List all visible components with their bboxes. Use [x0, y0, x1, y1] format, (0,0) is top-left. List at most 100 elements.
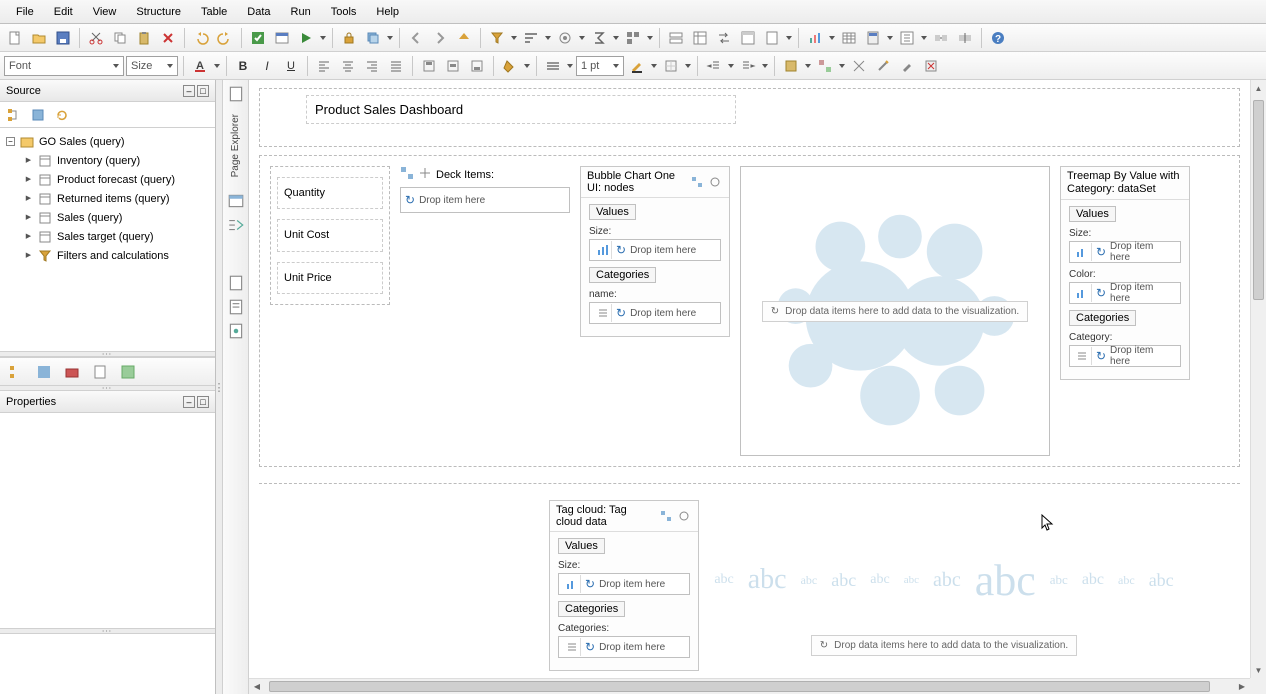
summarize-icon[interactable]: [588, 27, 610, 49]
explorer-page-icon[interactable]: [226, 84, 246, 104]
border-color-icon[interactable]: [626, 55, 648, 77]
border-weight-dropdown-icon[interactable]: [566, 64, 574, 68]
font-color-dropdown-icon[interactable]: [213, 64, 221, 68]
scroll-down-icon[interactable]: ▼: [1251, 662, 1266, 678]
tab-layout-icon[interactable]: [116, 361, 140, 383]
field-quantity[interactable]: Quantity: [277, 177, 383, 209]
deck-drop[interactable]: ↻ Drop item here: [400, 187, 570, 213]
source-members-icon[interactable]: [28, 105, 48, 125]
tab-toolbox-icon[interactable]: [60, 361, 84, 383]
splitter-v[interactable]: [216, 80, 223, 694]
tagcloud-config[interactable]: Tag cloud: Tag cloud data Values Size: ↻…: [549, 500, 699, 671]
new-icon[interactable]: [4, 27, 26, 49]
scroll-left-icon[interactable]: ◀: [249, 679, 265, 694]
sort-dropdown-icon[interactable]: [544, 36, 552, 40]
back-icon[interactable]: [405, 27, 427, 49]
summarize-dropdown-icon[interactable]: [612, 36, 620, 40]
source-refresh-icon[interactable]: [52, 105, 72, 125]
treemap-size-drop[interactable]: ↻ Drop item here: [1069, 241, 1181, 263]
bubble-size-drop[interactable]: ↻ Drop item here: [589, 239, 721, 261]
insert-icon[interactable]: [896, 27, 918, 49]
scroll-thumb-v[interactable]: [1253, 100, 1264, 300]
align-right-icon[interactable]: [361, 55, 383, 77]
cut-icon[interactable]: [85, 27, 107, 49]
source-tree-icon[interactable]: [4, 105, 24, 125]
report-title-block[interactable]: Product Sales Dashboard: [306, 95, 736, 124]
up-icon[interactable]: [453, 27, 475, 49]
valign-middle-icon[interactable]: [442, 55, 464, 77]
aggregate-icon[interactable]: [554, 27, 576, 49]
run-dropdown-icon[interactable]: [319, 36, 327, 40]
tree-item-sales[interactable]: Sales (query): [2, 208, 213, 227]
split-icon[interactable]: [954, 27, 976, 49]
sort-icon[interactable]: [520, 27, 542, 49]
clear-format-icon[interactable]: [920, 55, 942, 77]
menu-structure[interactable]: Structure: [126, 2, 191, 22]
bubble-cfg2-icon[interactable]: [707, 174, 723, 190]
style-icon[interactable]: [780, 55, 802, 77]
deck-cfg1-icon[interactable]: [400, 166, 414, 183]
preview-icon[interactable]: [271, 27, 293, 49]
treemap-category-drop[interactable]: ↻ Drop item here: [1069, 345, 1181, 367]
expand-icon[interactable]: [24, 194, 33, 203]
tagcloud-cfg2-icon[interactable]: [676, 508, 692, 524]
lock-icon[interactable]: [338, 27, 360, 49]
swap-icon[interactable]: [713, 27, 735, 49]
menu-file[interactable]: File: [6, 2, 44, 22]
expand-icon[interactable]: [24, 175, 33, 184]
table-icon[interactable]: [838, 27, 860, 49]
page-icon[interactable]: [761, 27, 783, 49]
aggregate-dropdown-icon[interactable]: [578, 36, 586, 40]
pane-maximize-icon[interactable]: □: [197, 396, 209, 408]
calc-dropdown-icon[interactable]: [886, 36, 894, 40]
layers-icon[interactable]: [362, 27, 384, 49]
expand-icon[interactable]: [24, 232, 33, 241]
group-dropdown-icon[interactable]: [646, 36, 654, 40]
save-icon[interactable]: [52, 27, 74, 49]
field-list[interactable]: Quantity Unit Cost Unit Price: [270, 166, 390, 305]
tree-item-forecast[interactable]: Product forecast (query): [2, 170, 213, 189]
explorer-1-icon[interactable]: [226, 191, 246, 211]
menu-run[interactable]: Run: [281, 2, 321, 22]
filter-dropdown-icon[interactable]: [510, 36, 518, 40]
fill-dropdown-icon[interactable]: [523, 64, 531, 68]
copy-icon[interactable]: [109, 27, 131, 49]
pt-combo[interactable]: 1 pt: [576, 56, 624, 76]
border-color-dropdown-icon[interactable]: [650, 64, 658, 68]
open-icon[interactable]: [28, 27, 50, 49]
expand-icon[interactable]: [24, 213, 33, 222]
size-combo[interactable]: Size: [126, 56, 178, 76]
insert-dropdown-icon[interactable]: [920, 36, 928, 40]
headers-icon[interactable]: [737, 27, 759, 49]
valign-top-icon[interactable]: [418, 55, 440, 77]
pane-maximize-icon[interactable]: □: [197, 85, 209, 97]
style-dropdown-icon[interactable]: [804, 64, 812, 68]
borders-dropdown-icon[interactable]: [684, 64, 692, 68]
align-justify-icon[interactable]: [385, 55, 407, 77]
conditional-icon[interactable]: [814, 55, 836, 77]
menu-data[interactable]: Data: [237, 2, 280, 22]
menu-view[interactable]: View: [83, 2, 127, 22]
font-combo[interactable]: Font: [4, 56, 124, 76]
menu-help[interactable]: Help: [366, 2, 409, 22]
underline-icon[interactable]: U: [280, 55, 302, 77]
chart-dropdown-icon[interactable]: [828, 36, 836, 40]
help-icon[interactable]: ?: [987, 27, 1009, 49]
filter-icon[interactable]: [486, 27, 508, 49]
redo-icon[interactable]: [214, 27, 236, 49]
tree-root[interactable]: GO Sales (query): [2, 132, 213, 151]
scroll-thumb-h[interactable]: [269, 681, 1210, 692]
chart-icon[interactable]: [804, 27, 826, 49]
bold-icon[interactable]: B: [232, 55, 254, 77]
menu-tools[interactable]: Tools: [321, 2, 367, 22]
tab-data-icon[interactable]: [32, 361, 56, 383]
explorer-5-icon[interactable]: [226, 321, 246, 341]
paste-icon[interactable]: [133, 27, 155, 49]
tab-source-icon[interactable]: [4, 361, 28, 383]
menu-table[interactable]: Table: [191, 2, 237, 22]
valign-bottom-icon[interactable]: [466, 55, 488, 77]
layers-dropdown-icon[interactable]: [386, 36, 394, 40]
bubble-config[interactable]: Bubble Chart One UI: nodes Values Size:: [580, 166, 730, 337]
italic-icon[interactable]: I: [256, 55, 278, 77]
explorer-3-icon[interactable]: [226, 273, 246, 293]
